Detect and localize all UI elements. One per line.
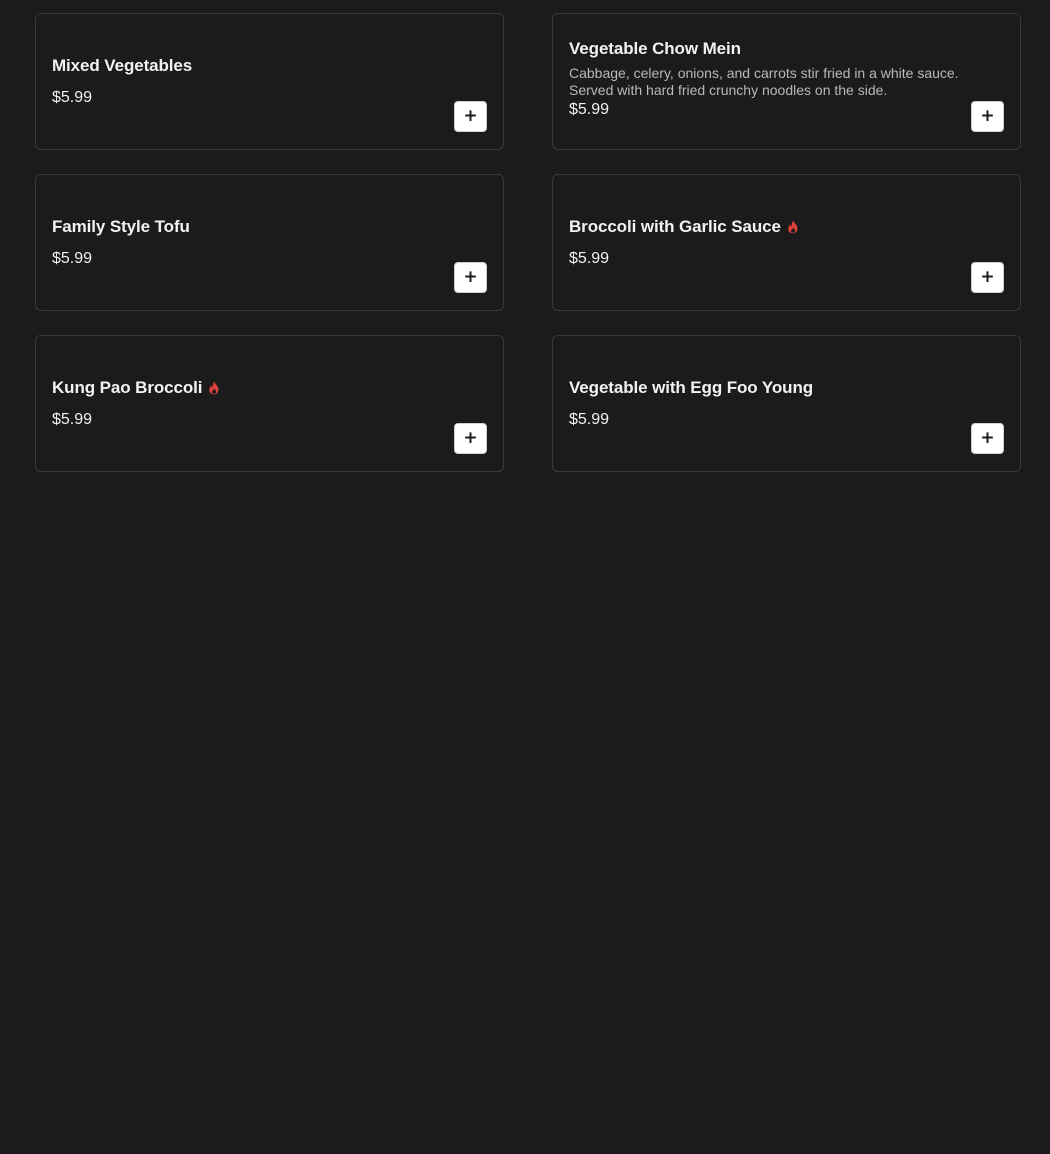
menu-item-card[interactable]: Family Style Tofu $5.99 + [35, 174, 504, 311]
menu-item-price: $5.99 [52, 250, 93, 267]
flame-icon [209, 381, 219, 395]
menu-item-price: $5.99 [569, 411, 610, 428]
menu-item-name[interactable]: Family Style Tofu [52, 216, 190, 238]
menu-item-description: Cabbage, celery, onions, and carrots sti… [569, 65, 959, 98]
menu-item-title-row: Mixed Vegetables [52, 55, 487, 77]
add-to-cart-button[interactable]: + [454, 101, 487, 132]
add-to-cart-button[interactable]: + [454, 262, 487, 293]
flame-icon [788, 220, 798, 234]
plus-icon: + [980, 428, 995, 448]
menu-item-price: $5.99 [52, 411, 93, 428]
menu-item-name[interactable]: Broccoli with Garlic Sauce [569, 216, 781, 238]
plus-icon: + [980, 267, 995, 287]
menu-item-price: $5.99 [569, 250, 610, 267]
menu-item-card[interactable]: Broccoli with Garlic Sauce $5.99 + [552, 174, 1021, 311]
add-to-cart-button[interactable]: + [971, 101, 1004, 132]
menu-item-card[interactable]: Mixed Vegetables $5.99 + [35, 13, 504, 150]
menu-item-name[interactable]: Vegetable Chow Mein [569, 38, 741, 60]
menu-item-name[interactable]: Mixed Vegetables [52, 55, 192, 77]
menu-item-card[interactable]: Vegetable with Egg Foo Young $5.99 + [552, 335, 1021, 472]
menu-item-price: $5.99 [52, 89, 93, 106]
add-to-cart-button[interactable]: + [971, 262, 1004, 293]
menu-item-card[interactable]: Kung Pao Broccoli $5.99 + [35, 335, 504, 472]
menu-item-title-row: Kung Pao Broccoli [52, 377, 487, 399]
plus-icon: + [463, 428, 478, 448]
plus-icon: + [980, 106, 995, 126]
menu-item-title-row: Broccoli with Garlic Sauce [569, 216, 1004, 238]
add-to-cart-button[interactable]: + [454, 423, 487, 454]
plus-icon: + [463, 106, 478, 126]
menu-item-name[interactable]: Vegetable with Egg Foo Young [569, 377, 813, 399]
add-to-cart-button[interactable]: + [971, 423, 1004, 454]
menu-item-price: $5.99 [569, 101, 610, 118]
plus-icon: + [463, 267, 478, 287]
menu-item-name[interactable]: Kung Pao Broccoli [52, 377, 202, 399]
menu-grid: Mixed Vegetables $5.99 + Vegetable Chow … [35, 13, 1021, 472]
menu-item-title-row: Vegetable with Egg Foo Young [569, 377, 1004, 399]
menu-item-card[interactable]: Vegetable Chow Mein Cabbage, celery, oni… [552, 13, 1021, 150]
menu-item-title-row: Family Style Tofu [52, 216, 487, 238]
menu-item-title-row: Vegetable Chow Mein [569, 38, 1004, 60]
